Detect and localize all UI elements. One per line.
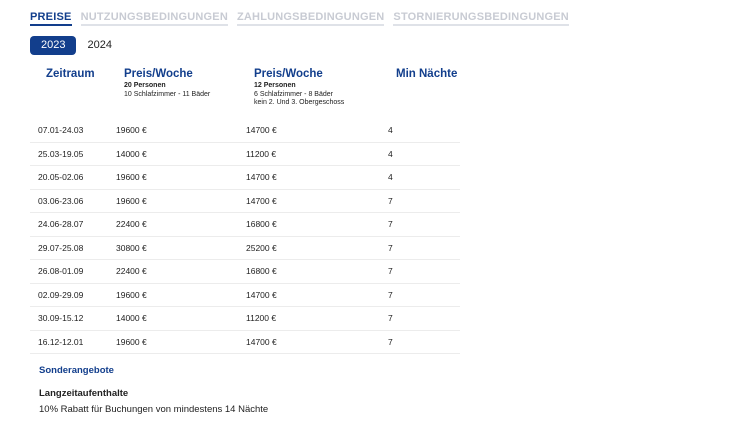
header-price2-details-2: kein 2. Und 3. Obergeschoss (254, 99, 345, 106)
cell-period: 07.01-24.03 (38, 125, 84, 135)
cell-price-20: 19600 € (116, 125, 147, 135)
cell-price-12: 14700 € (246, 125, 277, 135)
cell-min-nights: 7 (388, 266, 393, 276)
tab-stornierungsbedingungen[interactable]: STORNIERUNGSBEDINGUNGEN (393, 11, 569, 26)
cell-period: 16.12-12.01 (38, 336, 84, 347)
cell-price-20: 19600 € (116, 289, 147, 300)
cell-price-20: 22400 € (116, 219, 147, 229)
table-header: Zeitraum Preis/Woche 20 Personen 10 Schl… (38, 68, 460, 120)
tab-zahlungsbedingungen[interactable]: ZAHLUNGSBEDINGUNGEN (236, 11, 385, 26)
header-period: Zeitraum (46, 68, 95, 80)
table-row: 30.09-15.12 14000 € 11200 € 7 (30, 307, 460, 331)
cell-period: 24.06-28.07 (38, 219, 84, 229)
table-body: 07.01-24.03 19600 € 14700 € 4 25.03-19.0… (30, 119, 460, 354)
header-price1-persons: 20 Personen (124, 82, 166, 89)
cell-price-12: 14700 € (246, 289, 277, 300)
year-2023-button[interactable]: 2023 (30, 36, 77, 55)
table-row: 20.05-02.06 19600 € 14700 € 4 (30, 166, 460, 190)
cell-min-nights: 4 (388, 125, 393, 135)
cell-period: 02.09-29.09 (38, 289, 84, 300)
cell-min-nights: 7 (388, 289, 393, 300)
cell-min-nights: 4 (388, 172, 393, 182)
cell-period: 03.06-23.06 (38, 195, 84, 206)
cell-min-nights: 7 (388, 313, 393, 323)
year-selector: 2023 2024 (30, 36, 123, 55)
cell-price-12: 14700 € (246, 336, 277, 347)
cell-min-nights: 7 (388, 336, 393, 347)
cell-price-20: 30800 € (116, 242, 147, 253)
table-row: 24.06-28.07 22400 € 16800 € 7 (30, 213, 460, 237)
special-offers-section: Sonderangebote Langzeitaufenthalte 10% R… (39, 365, 268, 415)
long-stay-title: Langzeitaufenthalte (39, 388, 129, 399)
cell-min-nights: 7 (388, 195, 393, 206)
cell-price-20: 19600 € (116, 195, 147, 206)
table-row: 07.01-24.03 19600 € 14700 € 4 (30, 119, 460, 143)
cell-price-20: 19600 € (116, 172, 147, 182)
header-period-title: Zeitraum (46, 68, 95, 80)
cell-price-12: 16800 € (246, 219, 277, 229)
cell-price-20: 22400 € (116, 266, 147, 276)
price-table: Zeitraum Preis/Woche 20 Personen 10 Schl… (30, 68, 460, 354)
pricing-page: PREISE NUTZUNGSBEDINGUNGEN ZAHLUNGSBEDIN… (0, 0, 735, 446)
cell-price-20: 19600 € (116, 336, 147, 347)
header-price2-details-1: 6 Schlafzimmer - 8 Bäder (254, 90, 333, 98)
table-row: 16.12-12.01 19600 € 14700 € 7 (30, 331, 460, 354)
header-price-12-persons: Preis/Woche 12 Personen 6 Schlafzimmer -… (254, 68, 344, 108)
cell-price-12: 14700 € (246, 195, 277, 206)
cell-price-12: 25200 € (246, 242, 277, 253)
tab-nutzungsbedingungen[interactable]: NUTZUNGSBEDINGUNGEN (80, 11, 228, 26)
table-row: 29.07-25.08 30800 € 25200 € 7 (30, 237, 460, 260)
cell-period: 26.08-01.09 (38, 266, 84, 276)
header-price-20-persons: Preis/Woche 20 Personen 10 Schlafzimmer … (124, 68, 210, 99)
cell-period: 29.07-25.08 (38, 242, 84, 253)
header-price2-persons: 12 Personen (254, 82, 296, 89)
table-row: 26.08-01.09 22400 € 16800 € 7 (30, 260, 460, 284)
cell-price-12: 11200 € (246, 148, 277, 159)
table-row: 25.03-19.05 14000 € 11200 € 4 (30, 143, 460, 166)
cell-min-nights: 4 (388, 148, 393, 159)
cell-price-12: 14700 € (246, 172, 277, 182)
header-min-nights: Min Nächte (396, 68, 457, 80)
header-price2-title: Preis/Woche (254, 68, 323, 80)
cell-period: 25.03-19.05 (38, 148, 84, 159)
header-min-nights-title: Min Nächte (396, 68, 458, 80)
table-row: 03.06-23.06 19600 € 14700 € 7 (30, 190, 460, 213)
cell-price-20: 14000 € (116, 313, 147, 323)
cell-price-12: 11200 € (246, 313, 277, 323)
header-price1-details: 10 Schlafzimmer - 11 Bäder (124, 90, 211, 98)
cell-price-12: 16800 € (246, 266, 277, 276)
cell-period: 20.05-02.06 (38, 172, 84, 182)
long-stay-discount-text: 10% Rabatt für Buchungen von mindestens … (39, 404, 269, 415)
header-price1-title: Preis/Woche (124, 68, 193, 80)
cell-price-20: 14000 € (116, 148, 147, 159)
year-2024-button[interactable]: 2024 (76, 36, 122, 55)
table-row: 02.09-29.09 19600 € 14700 € 7 (30, 284, 460, 307)
tab-bar: PREISE NUTZUNGSBEDINGUNGEN ZAHLUNGSBEDIN… (30, 11, 569, 26)
cell-min-nights: 7 (388, 242, 393, 253)
special-offers-title: Sonderangebote (39, 365, 114, 376)
cell-min-nights: 7 (388, 219, 393, 229)
tab-preise[interactable]: PREISE (30, 11, 72, 26)
cell-period: 30.09-15.12 (38, 313, 84, 323)
